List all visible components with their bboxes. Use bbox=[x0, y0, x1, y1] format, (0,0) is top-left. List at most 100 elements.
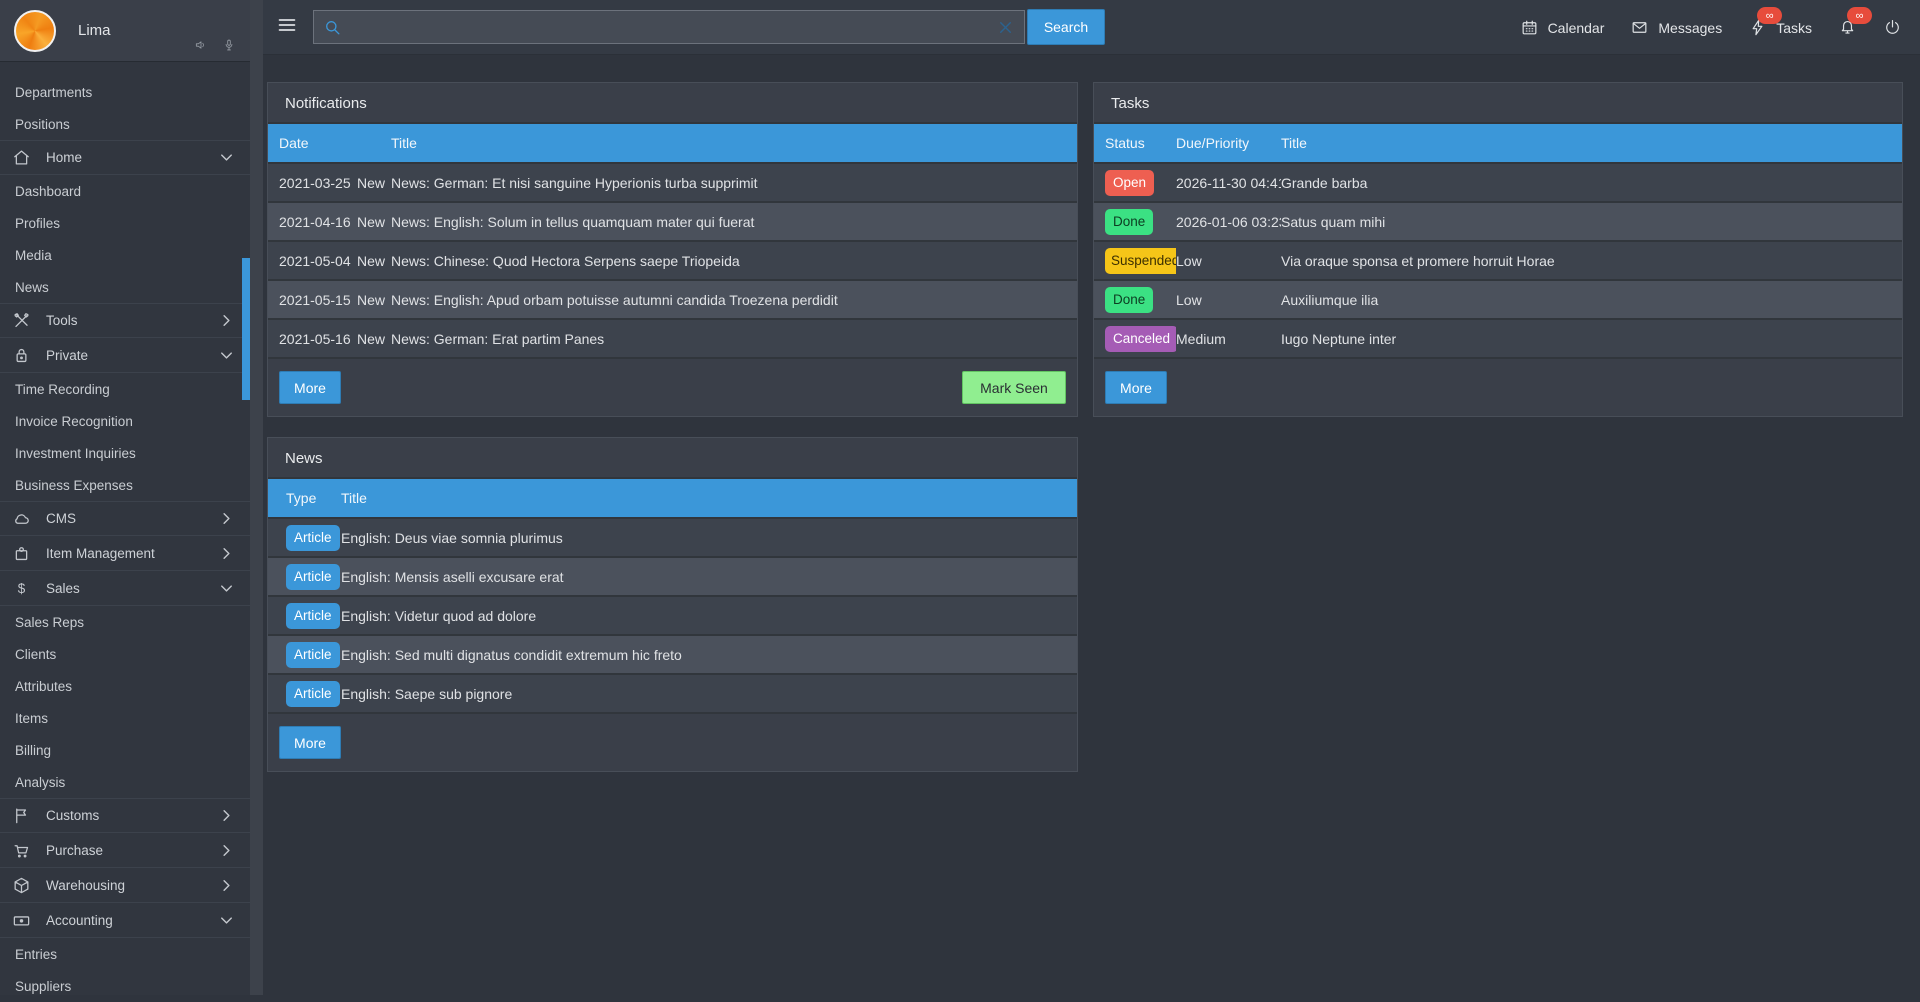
table-row[interactable]: Article English: Mensis aselli excusare … bbox=[268, 558, 1077, 597]
chevron-right-icon bbox=[217, 806, 236, 825]
sidebar-item-tools[interactable]: Tools bbox=[0, 303, 250, 338]
sidebar-item-billing[interactable]: Billing bbox=[0, 734, 250, 766]
sidebar-scrollbar-track bbox=[250, 0, 263, 995]
sidebar-header: Lima bbox=[0, 0, 250, 62]
sidebar-item-customs[interactable]: Customs bbox=[0, 798, 250, 833]
mark-seen-button[interactable]: Mark Seen bbox=[962, 371, 1066, 404]
sidebar-item-positions[interactable]: Positions bbox=[0, 108, 250, 140]
table-row[interactable]: Article English: Videtur quod ad dolore bbox=[268, 597, 1077, 636]
search-icon bbox=[323, 18, 342, 37]
alerts-nav[interactable]: ∞ bbox=[1838, 18, 1857, 37]
column-header-status: Status bbox=[1105, 135, 1176, 151]
sidebar-item-item-management[interactable]: Item Management bbox=[0, 536, 250, 571]
calendar-nav[interactable]: Calendar bbox=[1520, 18, 1605, 37]
app-logo[interactable] bbox=[14, 10, 56, 52]
shopping-bag-icon bbox=[12, 544, 31, 563]
table-row[interactable]: 2021-05-15 New News: English: Apud orbam… bbox=[268, 281, 1077, 320]
sidebar-item-sales[interactable]: Sales bbox=[0, 571, 250, 606]
notifications-more-button[interactable]: More bbox=[279, 371, 341, 404]
status-badge: Canceled bbox=[1105, 326, 1176, 352]
sidebar-item-dashboard[interactable]: Dashboard bbox=[0, 175, 250, 207]
type-badge: Article bbox=[286, 681, 340, 707]
news-more-button[interactable]: More bbox=[279, 726, 341, 759]
cart-icon bbox=[12, 841, 31, 860]
sidebar-item-business-expenses[interactable]: Business Expenses bbox=[0, 469, 250, 501]
flag-icon bbox=[12, 806, 31, 825]
table-row[interactable]: Suspended Low Via oraque sponsa et prome… bbox=[1094, 242, 1902, 281]
column-header-due: Due/Priority bbox=[1176, 135, 1281, 151]
sidebar-item-warehousing[interactable]: Warehousing bbox=[0, 868, 250, 903]
sidebar-item-entries[interactable]: Entries bbox=[0, 938, 250, 970]
messages-nav[interactable]: Messages bbox=[1630, 18, 1722, 37]
package-icon bbox=[12, 876, 31, 895]
table-row[interactable]: 2021-05-16 New News: German: Erat partim… bbox=[268, 320, 1077, 359]
sidebar-item-suppliers[interactable]: Suppliers bbox=[0, 970, 250, 1002]
table-row[interactable]: Article English: Deus viae somnia plurim… bbox=[268, 519, 1077, 558]
column-header-type: Type bbox=[286, 490, 341, 506]
status-badge: Suspended bbox=[1105, 248, 1176, 274]
search-button[interactable]: Search bbox=[1027, 9, 1105, 45]
sidebar-item-news[interactable]: News bbox=[0, 271, 250, 303]
sidebar-item-purchase[interactable]: Purchase bbox=[0, 833, 250, 868]
table-row[interactable]: Done 2026-01-06 03:23 Satus quam mihi bbox=[1094, 203, 1902, 242]
microphone-icon[interactable] bbox=[222, 38, 236, 57]
sidebar-menu: Departments Positions Home Dashboard Pro… bbox=[0, 62, 250, 1002]
sidebar-item-departments[interactable]: Departments bbox=[0, 76, 250, 108]
table-row[interactable]: Canceled Medium Iugo Neptune inter bbox=[1094, 320, 1902, 359]
speaker-icon[interactable] bbox=[194, 38, 208, 57]
tasks-panel: Tasks Status Due/Priority Title Open 202… bbox=[1093, 82, 1903, 417]
tasks-more-button[interactable]: More bbox=[1105, 371, 1167, 404]
table-header: Type Title bbox=[268, 479, 1077, 519]
column-header-title: Title bbox=[1281, 135, 1902, 151]
dollar-icon bbox=[12, 579, 31, 598]
sidebar-item-sales-reps[interactable]: Sales Reps bbox=[0, 606, 250, 638]
sidebar-item-media[interactable]: Media bbox=[0, 239, 250, 271]
search-area: Search bbox=[313, 9, 1105, 45]
type-badge: Article bbox=[286, 603, 340, 629]
table-row[interactable]: 2021-05-04 New News: Chinese: Quod Hecto… bbox=[268, 242, 1077, 281]
calendar-label: Calendar bbox=[1548, 20, 1605, 36]
sidebar-item-time-recording[interactable]: Time Recording bbox=[0, 373, 250, 405]
sidebar-item-accounting[interactable]: Accounting bbox=[0, 903, 250, 938]
chevron-right-icon bbox=[217, 311, 236, 330]
chevron-right-icon bbox=[217, 876, 236, 895]
envelope-icon bbox=[1630, 18, 1649, 37]
table-row[interactable]: Done Low Auxiliumque ilia bbox=[1094, 281, 1902, 320]
chevron-right-icon bbox=[217, 509, 236, 528]
sidebar-item-analysis[interactable]: Analysis bbox=[0, 766, 250, 798]
panel-footer: More bbox=[1094, 359, 1902, 416]
table-row[interactable]: Article English: Sed multi dignatus cond… bbox=[268, 636, 1077, 675]
hamburger-menu-icon[interactable] bbox=[276, 14, 298, 41]
sidebar: Lima Departments Positions Home Dashboar… bbox=[0, 0, 250, 995]
table-row[interactable]: 2021-03-25 New News: German: Et nisi san… bbox=[268, 164, 1077, 203]
cloud-icon bbox=[12, 509, 31, 528]
sidebar-item-private[interactable]: Private bbox=[0, 338, 250, 373]
chevron-right-icon bbox=[217, 544, 236, 563]
type-badge: Article bbox=[286, 525, 340, 551]
lock-icon bbox=[12, 346, 31, 365]
tools-icon bbox=[12, 311, 31, 330]
panel-title: Tasks bbox=[1094, 83, 1902, 124]
search-input[interactable] bbox=[342, 11, 996, 43]
logout-nav[interactable] bbox=[1883, 18, 1902, 37]
sidebar-scrollbar-thumb[interactable] bbox=[242, 258, 250, 400]
panel-footer: More Mark Seen bbox=[268, 359, 1077, 416]
sidebar-item-cms[interactable]: CMS bbox=[0, 501, 250, 536]
table-row[interactable]: Open 2026-11-30 04:41 Grande barba bbox=[1094, 164, 1902, 203]
table-row[interactable]: 2021-04-16 New News: English: Solum in t… bbox=[268, 203, 1077, 242]
sidebar-item-items[interactable]: Items bbox=[0, 702, 250, 734]
sidebar-item-attributes[interactable]: Attributes bbox=[0, 670, 250, 702]
tasks-badge: ∞ bbox=[1757, 7, 1782, 24]
table-header: Date Title bbox=[268, 124, 1077, 164]
clear-search-icon[interactable] bbox=[996, 18, 1015, 37]
sidebar-item-home[interactable]: Home bbox=[0, 140, 250, 175]
chevron-down-icon bbox=[217, 346, 236, 365]
sidebar-item-investment-inquiries[interactable]: Investment Inquiries bbox=[0, 437, 250, 469]
status-badge: Done bbox=[1105, 287, 1153, 313]
sidebar-item-profiles[interactable]: Profiles bbox=[0, 207, 250, 239]
table-row[interactable]: Article English: Saepe sub pignore bbox=[268, 675, 1077, 714]
sidebar-item-invoice-recognition[interactable]: Invoice Recognition bbox=[0, 405, 250, 437]
search-box bbox=[313, 10, 1025, 44]
tasks-nav[interactable]: ∞ Tasks bbox=[1748, 18, 1812, 37]
sidebar-item-clients[interactable]: Clients bbox=[0, 638, 250, 670]
